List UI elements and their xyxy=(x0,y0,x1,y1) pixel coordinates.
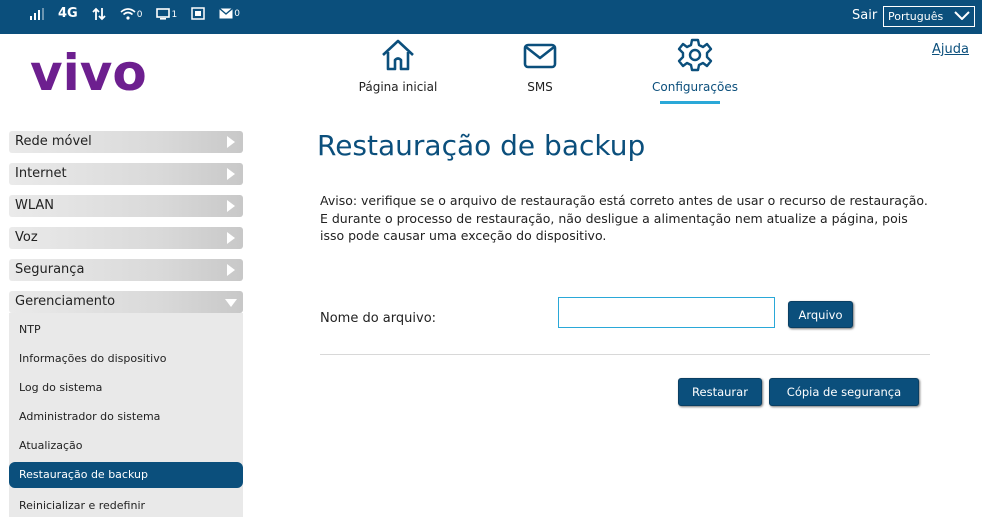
sidebar-subitem-reboot-reset[interactable]: Reinicializar e redefinir xyxy=(9,491,243,517)
wifi-count: 0 xyxy=(136,10,143,20)
arrow-right-icon xyxy=(227,232,235,244)
arrow-right-icon xyxy=(227,200,235,212)
message-icon: 0 xyxy=(219,8,240,19)
browse-file-button[interactable]: Arquivo xyxy=(788,301,853,328)
home-icon xyxy=(379,38,417,76)
sidebar-item-rede-movel[interactable]: Rede móvel xyxy=(9,131,243,153)
nav-sms[interactable]: SMS xyxy=(505,38,575,94)
data-transfer-icon xyxy=(92,7,106,21)
language-selected-label: Português xyxy=(888,10,944,23)
sidebar-item-voz[interactable]: Voz xyxy=(9,227,243,249)
sidebar-item-label: Rede móvel xyxy=(15,134,92,149)
sidebar-item-label: WLAN xyxy=(15,198,55,213)
backup-button[interactable]: Cópia de segurança xyxy=(769,378,919,406)
arrow-right-icon xyxy=(227,168,235,180)
sidebar-subitem-device-info[interactable]: Informações do dispositivo xyxy=(9,344,243,373)
restore-button[interactable]: Restaurar xyxy=(678,378,762,406)
sidebar-item-label: Gerenciamento xyxy=(15,294,116,309)
sidebar-item-seguranca[interactable]: Segurança xyxy=(9,259,243,281)
status-bar: 4G 0 1 0 Sair Português xyxy=(0,0,982,34)
sidebar: Rede móvel Internet WLAN Voz Segurança G… xyxy=(9,131,243,517)
sidebar-submenu: NTP Informações do dispositivo Log do si… xyxy=(9,313,243,517)
envelope-icon xyxy=(522,38,558,76)
nav-settings[interactable]: Configurações xyxy=(625,38,765,94)
nav-home-label: Página inicial xyxy=(358,80,438,94)
logout-link[interactable]: Sair xyxy=(852,8,877,23)
sidebar-item-label: Internet xyxy=(15,166,67,181)
sidebar-subitem-system-admin[interactable]: Administrador do sistema xyxy=(9,402,243,431)
language-select[interactable]: Português xyxy=(883,6,975,27)
sidebar-subitem-ntp[interactable]: NTP xyxy=(9,315,243,344)
sidebar-item-wlan[interactable]: WLAN xyxy=(9,195,243,217)
sidebar-item-label: Segurança xyxy=(15,262,85,277)
wifi-icon: 0 xyxy=(120,7,143,20)
sd-card-icon xyxy=(191,7,205,20)
divider xyxy=(320,354,930,355)
file-name-input[interactable] xyxy=(558,297,775,328)
messages-count: 0 xyxy=(234,9,240,19)
sidebar-item-gerenciamento[interactable]: Gerenciamento xyxy=(9,291,243,313)
warning-text: Aviso: verifique se o arquivo de restaur… xyxy=(320,193,928,243)
status-icons: 4G 0 1 0 xyxy=(30,6,240,21)
devices-count: 1 xyxy=(171,9,178,20)
sidebar-subitem-update[interactable]: Atualização xyxy=(9,431,243,460)
nav-settings-label: Configurações xyxy=(652,80,738,94)
network-type-label: 4G xyxy=(58,6,78,21)
arrow-right-icon xyxy=(227,264,235,276)
nav-sms-label: SMS xyxy=(527,80,553,94)
help-link[interactable]: Ajuda xyxy=(932,42,969,57)
arrow-right-icon xyxy=(227,136,235,148)
file-name-label: Nome do arquivo: xyxy=(320,311,437,326)
sidebar-item-internet[interactable]: Internet xyxy=(9,163,243,185)
page-title: Restauração de backup xyxy=(317,129,646,162)
vivo-logo: vivo xyxy=(30,44,147,102)
devices-icon: 1 xyxy=(156,7,178,20)
sidebar-subitem-system-log[interactable]: Log do sistema xyxy=(9,373,243,402)
gear-icon xyxy=(677,38,713,76)
sidebar-subitem-backup-restore[interactable]: Restauração de backup xyxy=(9,462,243,488)
active-nav-indicator xyxy=(660,101,720,104)
arrow-down-icon xyxy=(225,299,237,307)
nav-home[interactable]: Página inicial xyxy=(348,38,448,94)
signal-strength-icon xyxy=(30,7,44,20)
sidebar-item-label: Voz xyxy=(15,230,38,245)
chevron-down-icon xyxy=(954,10,970,23)
